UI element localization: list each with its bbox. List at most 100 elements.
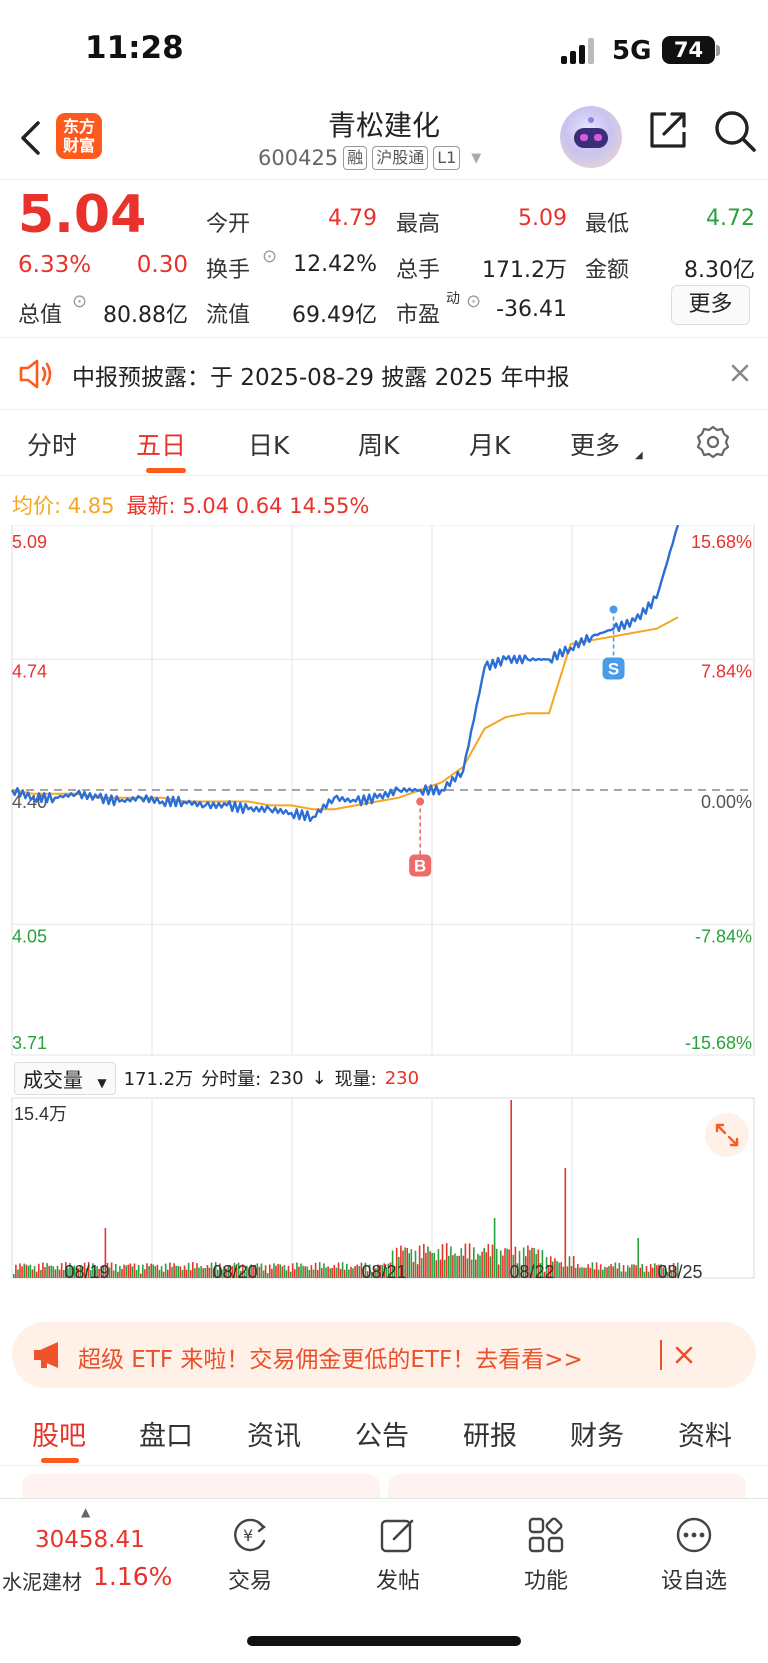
volume-bar: [277, 1263, 279, 1278]
volume-bar: [310, 1265, 313, 1278]
tab-pankou[interactable]: 盘口: [139, 1414, 193, 1453]
pe-value: -36.41: [496, 297, 567, 322]
signal-icon: [561, 37, 603, 64]
volume-bar: [425, 1252, 427, 1278]
tab-research[interactable]: 研报: [463, 1414, 517, 1453]
high-value: 5.09: [518, 206, 567, 231]
x-tick-label: 08/21: [361, 1262, 406, 1282]
indicator-select[interactable]: 成交量 ▼: [14, 1061, 116, 1095]
volume-bar: [651, 1267, 654, 1278]
volume-bar: [133, 1263, 136, 1278]
volume-bar: [192, 1262, 194, 1278]
volume-bar: [464, 1243, 467, 1278]
volume-bar: [439, 1259, 442, 1278]
volume-bar: [475, 1259, 477, 1278]
status-time: 11:28: [85, 30, 184, 66]
info-icon[interactable]: ⊙: [466, 291, 481, 312]
assistant-avatar-icon[interactable]: [560, 106, 622, 168]
volume-bar: [125, 1265, 127, 1278]
volume-bar: [160, 1266, 163, 1278]
volume-bar: [502, 1255, 504, 1278]
volume-bar: [40, 1270, 42, 1278]
volume-bar: [179, 1266, 182, 1278]
volume-bar: [341, 1262, 344, 1278]
tab-news[interactable]: 资讯: [247, 1414, 301, 1453]
volume-bar: [50, 1265, 53, 1278]
volume-bar: [627, 1265, 629, 1278]
search-icon[interactable]: [712, 108, 758, 154]
tab-more[interactable]: 更多: [570, 426, 620, 462]
volume-bar: [35, 1271, 38, 1278]
volume-bar: [431, 1253, 433, 1278]
tab-daily-k[interactable]: 日K: [248, 426, 289, 462]
close-icon[interactable]: [728, 361, 752, 385]
volume-grid: [11, 1097, 755, 1279]
chart-summary: 均价: 4.85 最新: 5.04 0.64 14.55%: [12, 490, 369, 520]
tab-weekly-k[interactable]: 周K: [358, 426, 399, 462]
five-day-chart[interactable]: 5.094.744.404.053.71 15.68%7.84%0.00%-7.…: [0, 525, 768, 1285]
volume-bar: [298, 1266, 300, 1278]
dropdown-caret-icon: ▼: [471, 150, 482, 166]
volume-bar: [624, 1271, 627, 1278]
y-tick-right: -7.84%: [695, 926, 752, 946]
volume-bar: [579, 1267, 581, 1278]
more-quote-button[interactable]: 更多: [671, 285, 750, 325]
index-name: 水泥建材: [2, 1570, 82, 1594]
stock-code-row[interactable]: 600425 融 沪股通 L1 ▼: [258, 146, 481, 170]
volume-bar: [556, 1261, 558, 1278]
volume-bar: [269, 1264, 271, 1278]
tab-intraday[interactable]: 分时: [27, 426, 77, 462]
nav-functions[interactable]: 功能: [491, 1515, 601, 1595]
tab-guba[interactable]: 股吧: [32, 1414, 86, 1453]
tab-profile[interactable]: 资料: [678, 1414, 732, 1453]
info-icon[interactable]: ⊙: [262, 246, 277, 267]
tab-finance[interactable]: 财务: [570, 1414, 624, 1453]
tab-announcements[interactable]: 公告: [355, 1414, 409, 1453]
volume-bar: [316, 1270, 319, 1278]
close-icon[interactable]: [672, 1343, 696, 1367]
volume-bar: [289, 1271, 292, 1278]
volume-bar: [560, 1262, 562, 1278]
volume-bar: [17, 1269, 19, 1278]
volume-bar: [564, 1168, 567, 1278]
nav-add-watchlist[interactable]: 设自选: [639, 1515, 749, 1595]
volume-bar: [591, 1262, 594, 1278]
nav-trade[interactable]: ¥ 交易: [195, 1515, 305, 1595]
volume-frame: [11, 1097, 755, 1279]
share-icon[interactable]: [646, 108, 690, 152]
trade-markers: BS: [409, 605, 625, 877]
amount-label: 金额: [585, 258, 630, 283]
volume-bar: [300, 1263, 302, 1278]
volume-bar: [29, 1264, 32, 1278]
volume-bar: [54, 1269, 57, 1278]
index-widget[interactable]: ▲ 30458.41 水泥建材 1.16%: [0, 1505, 172, 1595]
notice-bar[interactable]: 中报预披露：于 2025-08-29 披露 2025 年中报: [0, 338, 768, 410]
volume-bar: [140, 1273, 142, 1278]
settings-gear-icon[interactable]: [695, 424, 731, 460]
volume-bar: [304, 1266, 306, 1278]
volume-bar: [454, 1253, 456, 1278]
x-tick-label: 08/20: [212, 1262, 257, 1282]
volume-bar: [450, 1246, 452, 1278]
current-volume-label: 现量:: [334, 1069, 377, 1090]
volume-bar: [135, 1270, 138, 1278]
volume-bar: [206, 1265, 209, 1278]
open-value: 4.79: [328, 206, 377, 231]
notice-text: 中报预披露：于 2025-08-29 披露 2025 年中报: [72, 365, 570, 391]
etf-promo-banner[interactable]: 超级 ETF 来啦！交易佣金更低的ETF！去看看>>: [12, 1322, 756, 1388]
volume-bar: [112, 1270, 115, 1278]
volume-bar: [414, 1250, 417, 1278]
volume-bar: [38, 1263, 40, 1278]
tab-five-day[interactable]: 五日: [136, 426, 186, 462]
tab-monthly-k[interactable]: 月K: [469, 426, 510, 462]
nav-post[interactable]: 发帖: [343, 1515, 453, 1595]
volume-bar: [314, 1262, 317, 1278]
network-type: 5G: [612, 36, 652, 66]
volume-bar: [127, 1264, 130, 1278]
volume-bar: [468, 1243, 471, 1278]
expand-icon[interactable]: [705, 1113, 749, 1157]
volume-bar: [622, 1265, 625, 1278]
info-icon[interactable]: ⊙: [72, 291, 87, 312]
change-percent: 6.33%: [18, 252, 92, 278]
volume-bar: [608, 1266, 610, 1278]
